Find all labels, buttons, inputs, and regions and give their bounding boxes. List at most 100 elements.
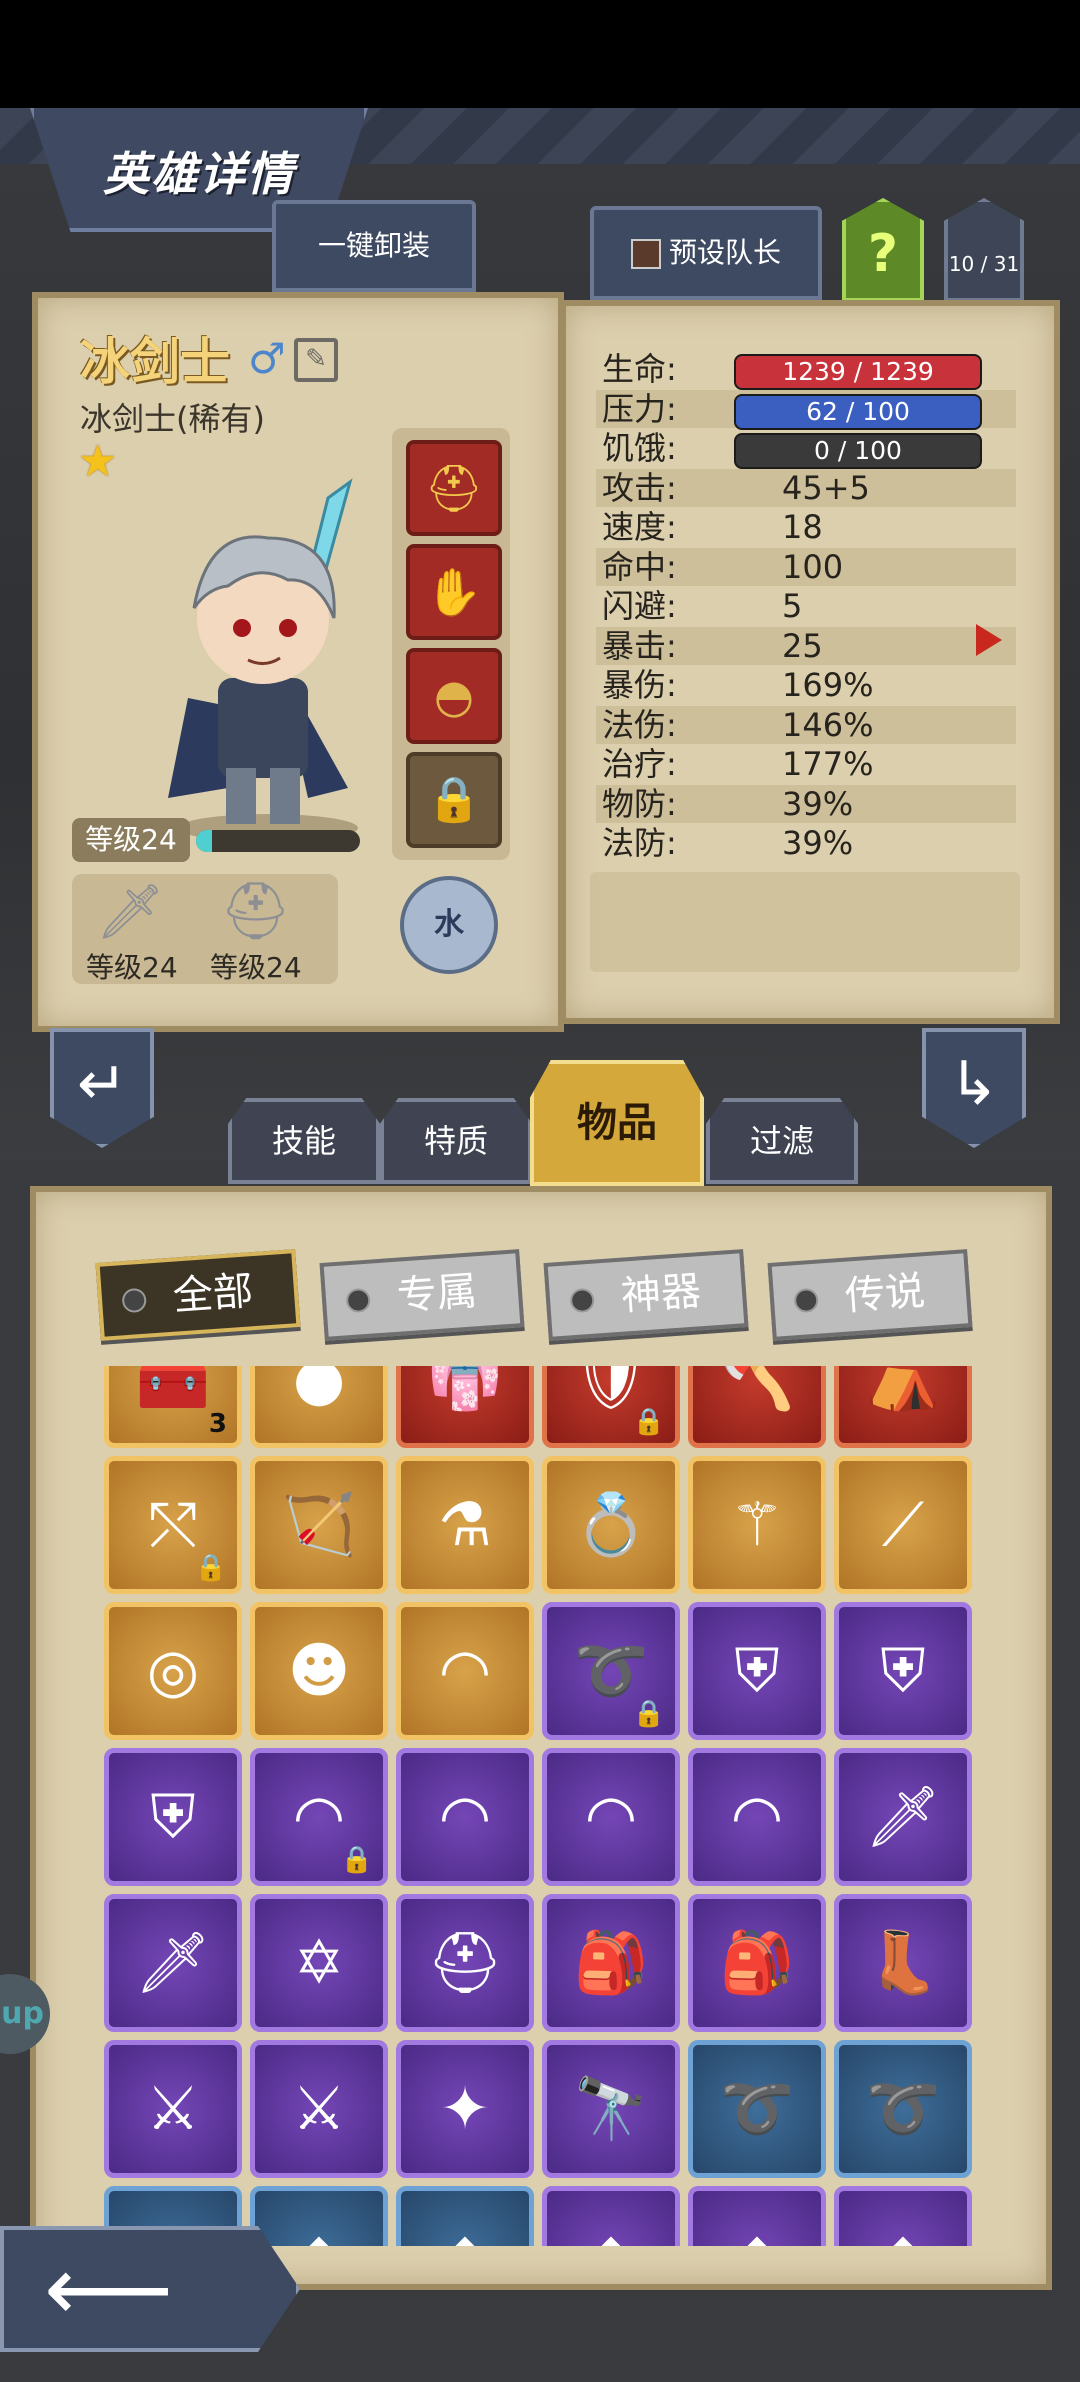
inventory-item[interactable]: 💍 bbox=[542, 1456, 680, 1594]
gear-box: 🗡 ⛑ 等级24 等级24 bbox=[72, 874, 338, 984]
inventory-item[interactable]: ⚔ bbox=[250, 2040, 388, 2178]
inventory-item[interactable]: 🗡 bbox=[834, 1748, 972, 1886]
inventory-item[interactable]: ◠ bbox=[688, 1748, 826, 1886]
stat-row: 攻击: 45+5 bbox=[596, 468, 1016, 507]
inventory-item[interactable]: ➰ 🔒 bbox=[542, 1602, 680, 1740]
scimitar-icon: ⚔ bbox=[146, 2074, 200, 2144]
hexagram-amulet-icon: ✡ bbox=[293, 1928, 345, 1998]
tab-filter[interactable]: 过滤 bbox=[706, 1098, 858, 1184]
filter-exclusive-button[interactable]: 专属 bbox=[319, 1249, 525, 1341]
inventory-item[interactable]: ● bbox=[250, 1366, 388, 1448]
inventory-item[interactable]: ⚗ bbox=[396, 1456, 534, 1594]
inventory-item[interactable]: 🏹 bbox=[250, 1456, 388, 1594]
equip-slot-locked[interactable]: 🔒 bbox=[406, 752, 502, 848]
inventory-item[interactable]: ⛨ bbox=[688, 1602, 826, 1740]
unequip-all-button[interactable]: 一键卸装 bbox=[272, 200, 476, 292]
inventory-item[interactable]: ⛺ bbox=[834, 1366, 972, 1448]
tab-skills[interactable]: 技能 bbox=[228, 1098, 380, 1184]
potion-icon: ⚗ bbox=[438, 1490, 492, 1560]
inventory-item[interactable]: 🧰 3 bbox=[104, 1366, 242, 1448]
equip-slot-hood[interactable]: ◓ bbox=[406, 648, 502, 744]
inventory-item[interactable]: 🪓 bbox=[688, 1366, 826, 1448]
expand-arrow-icon[interactable] bbox=[976, 624, 1002, 656]
filter-all-button[interactable]: 全部 bbox=[95, 1249, 301, 1341]
inventory-item[interactable]: 🎒 bbox=[542, 1894, 680, 2032]
edit-icon[interactable]: ✎ bbox=[294, 338, 338, 382]
filter-artifact-label: 神器 bbox=[619, 1268, 703, 1320]
inventory-item[interactable]: 🎒 bbox=[688, 1894, 826, 2032]
inventory-item[interactable]: ⚚ bbox=[688, 1456, 826, 1594]
stat-bar: 1239 / 1239 bbox=[734, 354, 982, 390]
exp-fill bbox=[196, 830, 213, 852]
filter-artifact-button[interactable]: 神器 bbox=[543, 1249, 749, 1341]
inventory-item[interactable]: 🗡 bbox=[104, 1894, 242, 2032]
filter-all-label: 全部 bbox=[171, 1268, 255, 1320]
stat-label: 治疗: bbox=[602, 745, 677, 783]
lock-icon: 🔒 bbox=[426, 774, 482, 825]
belt-icon: ◠ bbox=[730, 1782, 784, 1852]
stat-label: 法伤: bbox=[602, 705, 677, 744]
inventory-item[interactable]: ◎ bbox=[104, 1602, 242, 1740]
inventory-item[interactable]: ☻ bbox=[250, 1602, 388, 1740]
inventory-item[interactable]: 👘 bbox=[396, 1366, 534, 1448]
inventory-item[interactable]: ⛑ bbox=[396, 1894, 534, 2032]
checkbox-icon[interactable] bbox=[630, 239, 661, 269]
stat-label: 攻击: bbox=[602, 468, 677, 507]
inventory-item[interactable]: ◠ 🔒 bbox=[250, 1748, 388, 1886]
armor-icon: ⛨ bbox=[880, 1636, 926, 1706]
stat-row: 饥饿: 0 / 100 bbox=[596, 429, 1016, 469]
stat-bar: 62 / 100 bbox=[734, 393, 982, 430]
tab-items[interactable]: 物品 bbox=[530, 1060, 704, 1186]
back-button[interactable]: ⟵ bbox=[0, 2226, 300, 2352]
jade-ring-icon: ◎ bbox=[146, 1636, 200, 1706]
filter-legendary-button[interactable]: 传说 bbox=[767, 1249, 973, 1341]
inventory-item[interactable]: ⛨ bbox=[834, 1602, 972, 1740]
bow-icon: 🏹 bbox=[281, 1490, 357, 1560]
stat-bar: 0 / 100 bbox=[734, 433, 982, 469]
inventory-item[interactable]: 🛡 🔒 bbox=[542, 1366, 680, 1448]
inventory-item[interactable]: ➰ bbox=[834, 2040, 972, 2178]
spyglass-icon: 🔭 bbox=[573, 2074, 649, 2144]
inventory-item[interactable]: ◆ bbox=[688, 2186, 826, 2246]
inventory-item[interactable]: 👢 bbox=[834, 1894, 972, 2032]
tab-traits[interactable]: 特质 bbox=[380, 1098, 532, 1184]
inventory-item[interactable]: ⟋ bbox=[834, 1456, 972, 1594]
inventory-item[interactable]: ⛨ bbox=[104, 1748, 242, 1886]
preset-leader-button[interactable]: 预设队长 bbox=[590, 206, 822, 300]
stat-row: 治疗: 177% bbox=[596, 745, 1016, 783]
equip-slot-gauntlet[interactable]: ✋ bbox=[406, 544, 502, 640]
helmet-icon: ⛑ bbox=[426, 1928, 504, 1998]
inventory-item[interactable]: 🔭 bbox=[542, 2040, 680, 2178]
inventory-item[interactable]: ✡ bbox=[250, 1894, 388, 2032]
inventory-item[interactable]: ◠ bbox=[396, 1602, 534, 1740]
robe-icon: 👘 bbox=[427, 1366, 503, 1414]
scimitar-icon: ⚔ bbox=[292, 2074, 346, 2144]
equip-slot-helmet[interactable]: ⛑ bbox=[406, 440, 502, 536]
armor-level: 等级24 bbox=[210, 951, 302, 984]
stat-row: 闪避: 5 bbox=[596, 587, 1016, 625]
stat-label: 物防: bbox=[602, 784, 677, 823]
inventory-item[interactable]: ◆ bbox=[250, 2186, 388, 2246]
inventory-item[interactable]: ◆ bbox=[396, 2186, 534, 2246]
hero-panel: 冰剑士 ♂ ✎ 冰剑士(稀有) ★ ⛑ ✋ ◓ 🔒 等级24 🗡 ⛑ 等级24 … bbox=[32, 292, 564, 1032]
voodoo-doll-icon: ☻ bbox=[287, 1636, 351, 1706]
inventory-item[interactable]: ➰ bbox=[688, 2040, 826, 2178]
inventory-item[interactable]: ◠ bbox=[396, 1748, 534, 1886]
armor-icon: ⛨ bbox=[734, 1636, 780, 1706]
stat-row: 物防: 39% bbox=[596, 784, 1016, 823]
inventory-item[interactable]: ✦ bbox=[396, 2040, 534, 2178]
lock-icon: 🔒 bbox=[340, 1845, 373, 1875]
inventory-item[interactable]: ⤲ 🔒 bbox=[104, 1456, 242, 1594]
belt-icon: ◠ bbox=[438, 1782, 492, 1852]
sword-icon: 🗡 bbox=[864, 1782, 942, 1852]
stat-notes-box bbox=[590, 872, 1020, 972]
element-badge[interactable]: 水 bbox=[400, 876, 498, 974]
inventory-item[interactable]: ⚔ bbox=[104, 2040, 242, 2178]
golden-helmet-icon: ⛑ bbox=[424, 461, 484, 515]
inventory-item[interactable]: ◆ bbox=[542, 2186, 680, 2246]
inventory-item[interactable]: ◠ bbox=[542, 1748, 680, 1886]
inventory-item[interactable]: ◆ bbox=[834, 2186, 972, 2246]
stat-value: 25 bbox=[782, 626, 823, 665]
armor-icon: ⛨ bbox=[150, 1782, 196, 1852]
equipment-slots: ⛑ ✋ ◓ 🔒 bbox=[392, 428, 510, 860]
